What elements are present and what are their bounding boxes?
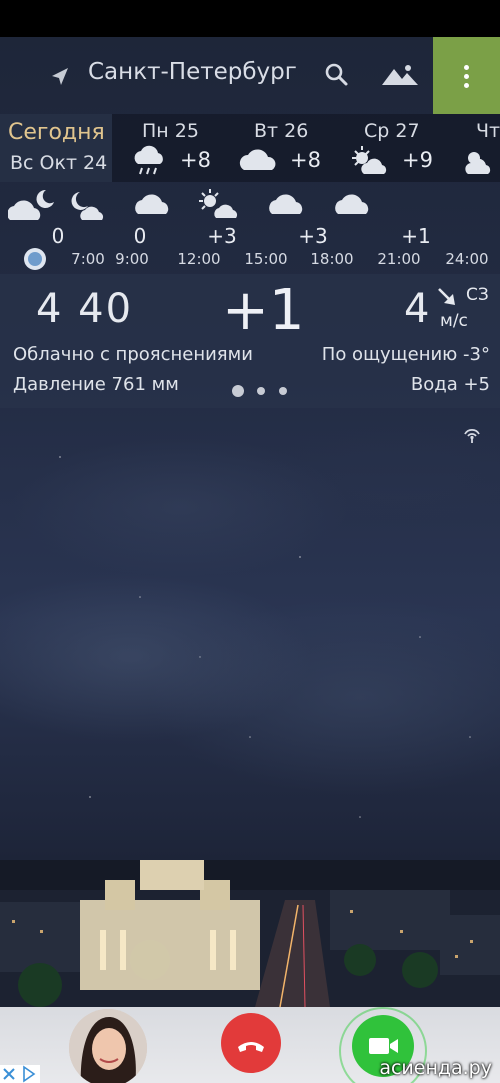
sun-cloud-icon [352,146,387,174]
cloud-icon [135,194,169,214]
day-temp: +9 [402,148,433,172]
ad-close-button[interactable] [0,1065,40,1083]
decline-call-button[interactable] [221,1013,281,1073]
phone-hangup-icon [238,1042,264,1052]
day-item-wed[interactable]: Ср 27 +9 [346,114,456,182]
watermark-text: асиенда.ру [379,1057,492,1079]
wind-direction-icon [438,288,455,305]
city-skyline-image [0,860,500,1007]
water-temperature: Вода +5 [410,374,490,395]
navigation-arrow-icon[interactable] [48,65,72,89]
day-name: Вт 26 [254,120,309,142]
day-name: Ср 27 [364,120,420,142]
status-bar [0,0,500,37]
hourly-temp: +3 [207,224,237,248]
hourly-time: 12:00 [177,250,221,268]
wind-direction: СЗ [466,285,489,305]
hourly-time: 18:00 [310,250,354,268]
rain-cloud-icon [134,145,163,175]
hourly-time: 24:00 [445,250,489,268]
more-vert-icon[interactable] [433,37,500,114]
hourly-temp: 0 [133,224,147,248]
daily-forecast-strip: Сегодня Вс Окт 24 Пн 25 +8 Вт 26 +8 Ср 2… [0,114,500,182]
sun-cloud-icon [199,189,238,218]
adchoices-icon [23,1065,36,1083]
hourly-time: 15:00 [244,250,288,268]
hourly-time: 9:00 [115,250,149,268]
cloud-icon [335,194,369,214]
cloud-moon-icon [8,189,54,220]
moon-cloud-icon [71,192,104,220]
today-date: Вс Окт 24 [10,152,108,174]
day-item-tue[interactable]: Вт 26 +8 [238,114,348,182]
current-time: 4 40 [36,286,134,332]
wind-unit: м/с [440,311,468,331]
cloud-icon [239,149,276,170]
day-temp: +8 [180,148,211,172]
broadcast-signal-icon[interactable] [462,426,482,444]
landscape-icon[interactable] [380,61,420,89]
cloud-icon [269,194,303,214]
hourly-forecast: 0 0 +3 +3 +1 7:00 9:00 12:00 15:00 18:00… [0,182,500,274]
current-time-marker [24,248,46,270]
page-indicator [230,384,300,398]
current-temperature: +1 [222,278,305,343]
weather-condition: Облачно с прояснениями [13,344,253,365]
sun-cloud-icon [465,152,491,174]
hourly-temp: 0 [51,224,65,248]
top-toolbar: Санкт-Петербург [0,37,500,114]
day-temp: +8 [290,148,321,172]
hourly-temp: +1 [401,224,431,248]
search-icon[interactable] [323,61,351,89]
tab-today[interactable]: Сегодня Вс Окт 24 [0,114,112,182]
pressure: Давление 761 мм [13,374,179,395]
current-conditions-card[interactable]: 4 40 +1 4 СЗ м/с Облачно с прояснениями … [0,274,500,408]
hourly-time: 21:00 [377,250,421,268]
day-item-mon[interactable]: Пн 25 +8 [130,114,240,182]
today-label: Сегодня [8,120,105,145]
ad-avatar [69,1009,147,1083]
day-name: Пн 25 [142,120,199,142]
city-name[interactable]: Санкт-Петербург [88,59,297,85]
feels-like: По ощущению -3° [321,344,490,365]
day-name: Чт [476,120,500,142]
wind-speed: 4 [404,286,430,332]
ad-banner[interactable]: асиенда.ру [0,1007,500,1083]
hourly-temp: +3 [298,224,328,248]
day-item-thu[interactable]: Чт [458,114,500,182]
